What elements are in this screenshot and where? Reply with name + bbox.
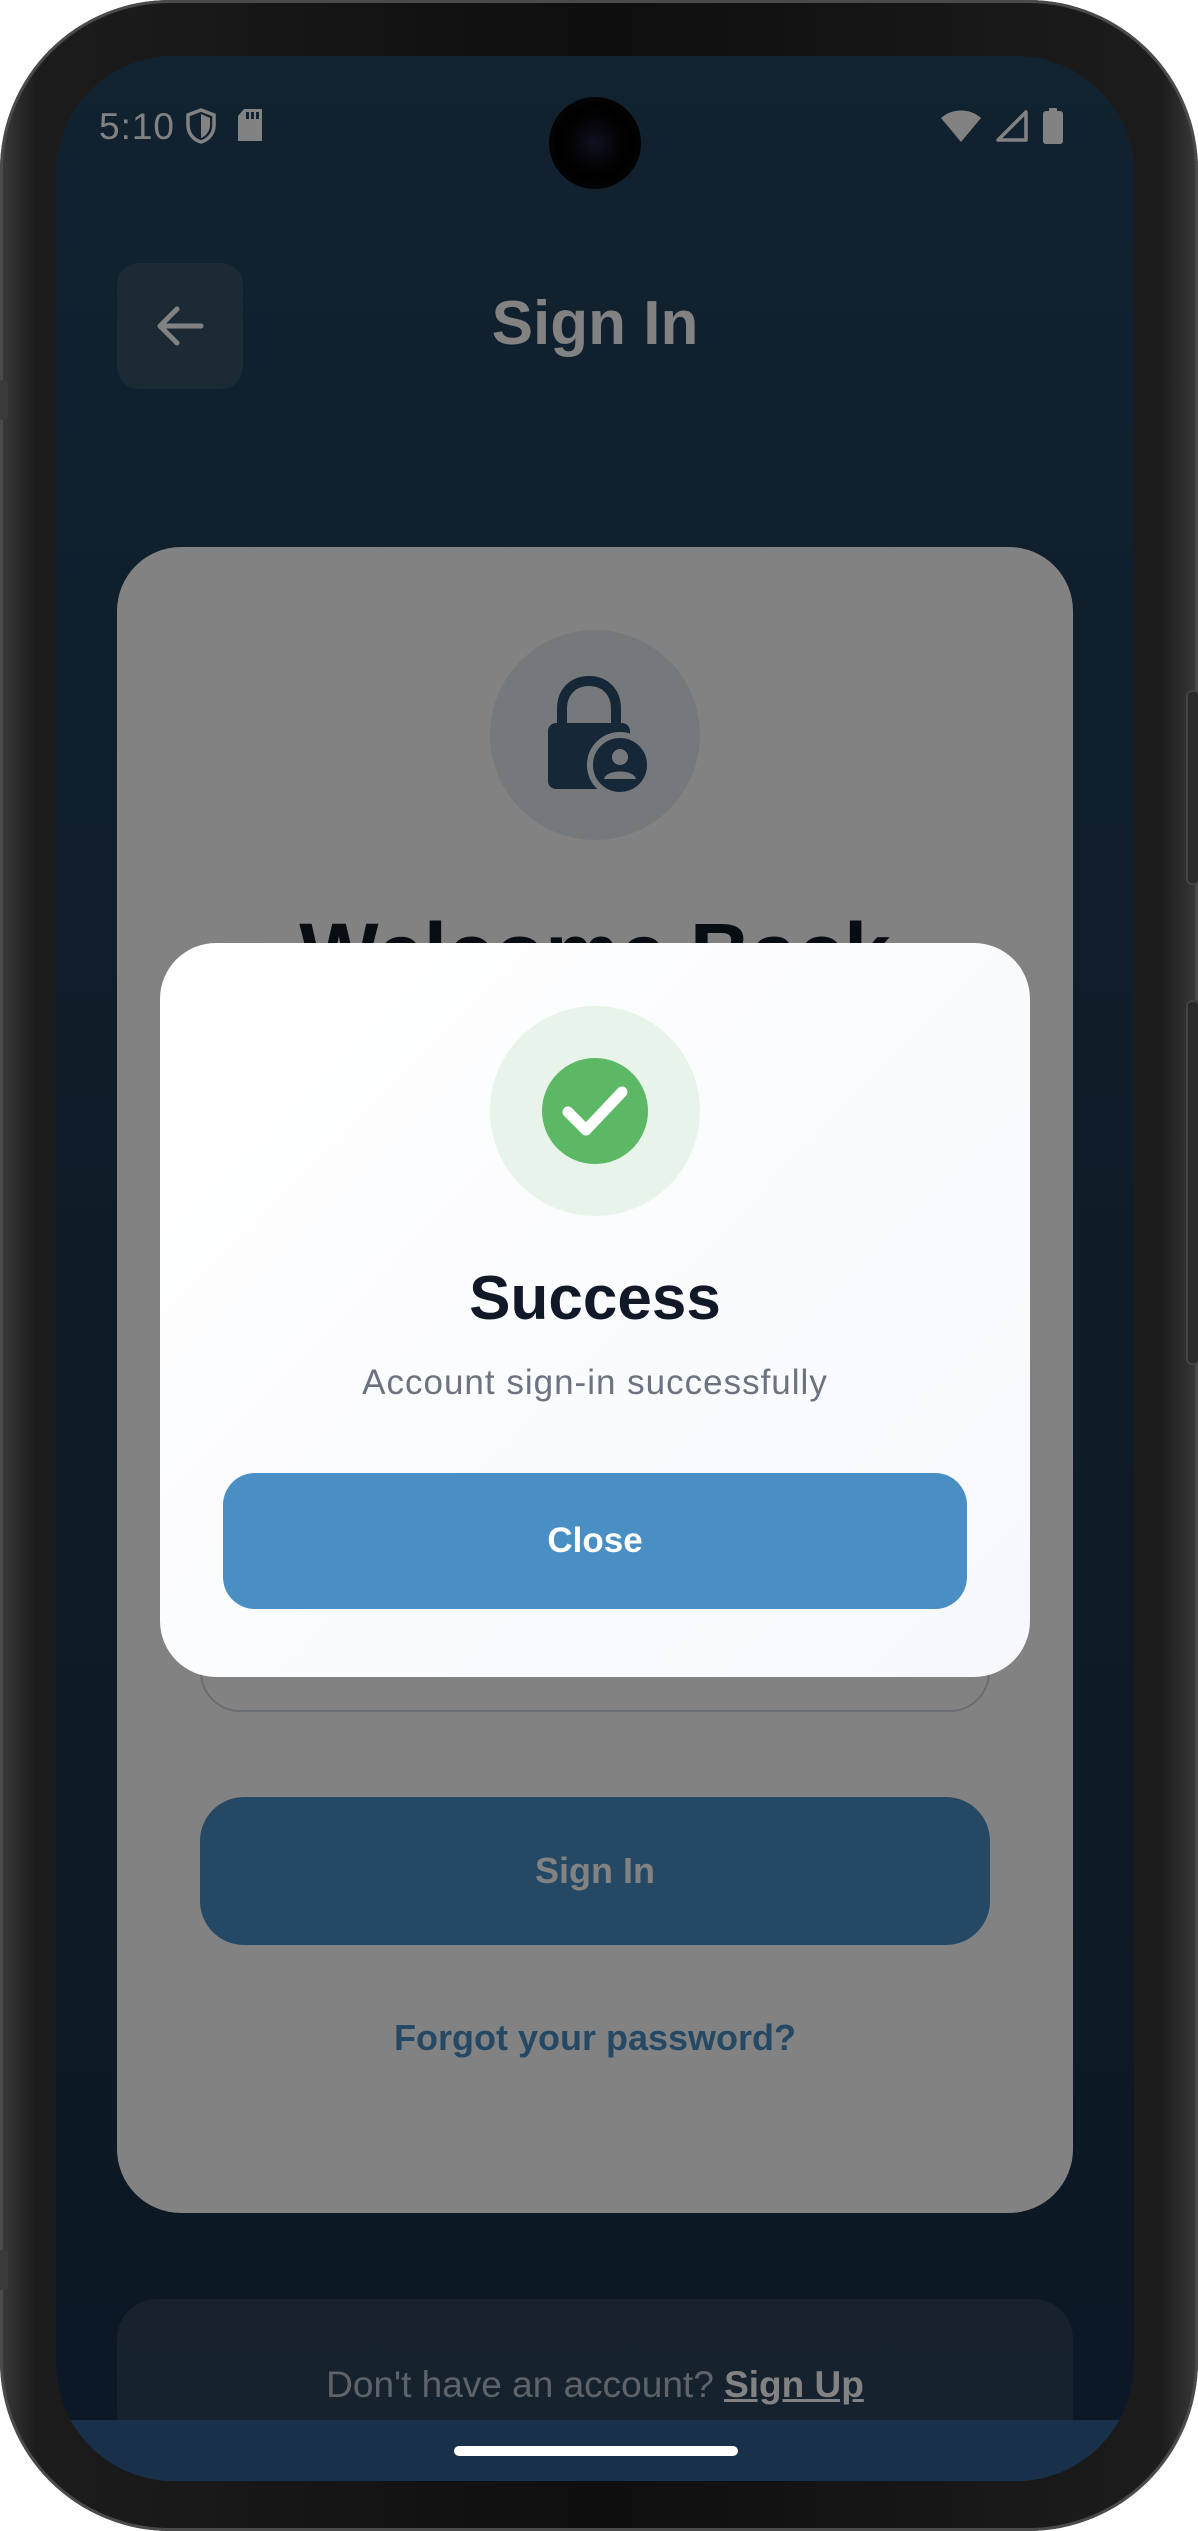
phone-frame: 5:10 Sign In Sign In Forgot your passwor…: [0, 0, 1198, 2531]
close-button[interactable]: Close: [223, 1473, 967, 1609]
volume-button: [1186, 1000, 1198, 1365]
check-circle-icon: [542, 1058, 648, 1164]
screen: 5:10 Sign In Sign In Forgot your passwor…: [56, 56, 1134, 2481]
dialog-message: Account sign-in successfully: [362, 1363, 828, 1402]
success-icon-badge: [490, 1006, 700, 1216]
dialog-title: Success: [469, 1264, 721, 1333]
frame-antenna-line: [0, 2250, 8, 2290]
home-indicator[interactable]: [454, 2446, 738, 2456]
checkmark-icon: [562, 1086, 628, 1136]
power-button: [1186, 690, 1198, 885]
frame-antenna-line: [0, 380, 8, 420]
success-dialog: Success Account sign-in successfully Clo…: [160, 943, 1030, 1677]
